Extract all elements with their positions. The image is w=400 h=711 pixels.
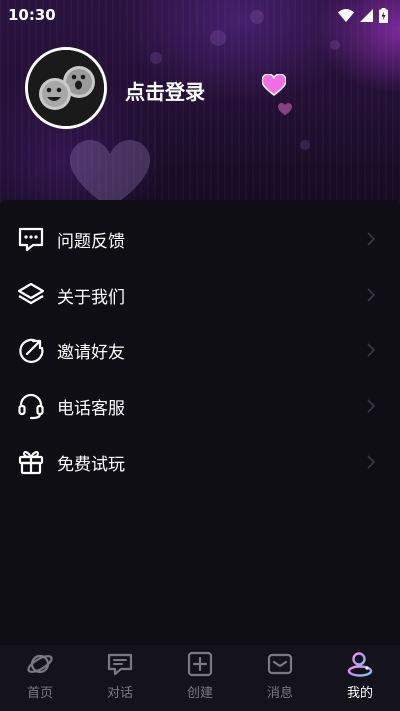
chevron-right-icon [367,455,376,469]
feedback-chat-icon [18,227,44,252]
profile-screen: 10:30 点击登录 问题反馈 关于我们 邀请好友 电话客服 免费试玩 首页 对… [0,0,400,711]
bokeh-light [300,140,310,150]
menu-item-label: 电话客服 [57,398,125,419]
layers-icon [17,282,45,305]
nav-tab-home[interactable]: 首页 [0,645,80,711]
battery-charging-icon [379,7,388,23]
nav-tab-label: 创建 [186,686,213,701]
menu-item-label: 邀请好友 [57,342,125,363]
mail-icon [267,653,293,675]
menu-item-label: 免费试玩 [57,454,125,475]
nav-tab-label: 我的 [346,686,373,701]
chevron-right-icon [367,343,376,357]
small-heart-icon [278,103,292,116]
planet-icon [27,654,53,674]
nav-tab-label: 首页 [26,686,53,701]
profile-icon [347,652,373,677]
background-heart-icon [70,140,150,205]
login-prompt[interactable]: 点击登录 [125,76,205,105]
wifi-icon [338,8,354,22]
settings-menu: 问题反馈 关于我们 邀请好友 电话客服 免费试玩 [0,200,400,645]
bokeh-light [210,30,226,46]
gift-icon [18,451,44,475]
headset-icon [18,393,44,420]
nav-tab-label: 消息 [266,686,293,701]
menu-item-free-trial[interactable]: 免费试玩 [0,434,400,490]
share-circle-arrow-icon [19,338,44,363]
bokeh-light [150,52,162,64]
avatar[interactable] [25,47,107,129]
bokeh-light [330,40,340,50]
menu-item-feedback[interactable]: 问题反馈 [0,211,400,267]
avatar-illustration [28,50,104,126]
status-bar: 10:30 [0,0,400,30]
chevron-right-icon [367,288,376,302]
menu-item-label: 问题反馈 [57,231,125,252]
bottom-navigation: 首页 对话 创建 消息 我的 [0,645,400,711]
chevron-right-icon [367,232,376,246]
plus-square-icon [187,651,213,677]
menu-item-phone-support[interactable]: 电话客服 [0,378,400,434]
chevron-right-icon [367,399,376,413]
status-icons [338,7,388,23]
pink-heart-icon [262,74,286,96]
nav-tab-chat[interactable]: 对话 [80,645,160,711]
signal-icon [360,8,373,22]
nav-tab-label: 对话 [106,686,133,701]
chat-bubble-icon [107,653,133,676]
menu-item-label: 关于我们 [57,287,125,308]
status-time: 10:30 [8,6,56,24]
nav-tab-create[interactable]: 创建 [160,645,240,711]
menu-item-about-us[interactable]: 关于我们 [0,267,400,323]
menu-item-invite-friends[interactable]: 邀请好友 [0,322,400,378]
nav-tab-mine[interactable]: 我的 [320,645,400,711]
nav-tab-messages[interactable]: 消息 [240,645,320,711]
